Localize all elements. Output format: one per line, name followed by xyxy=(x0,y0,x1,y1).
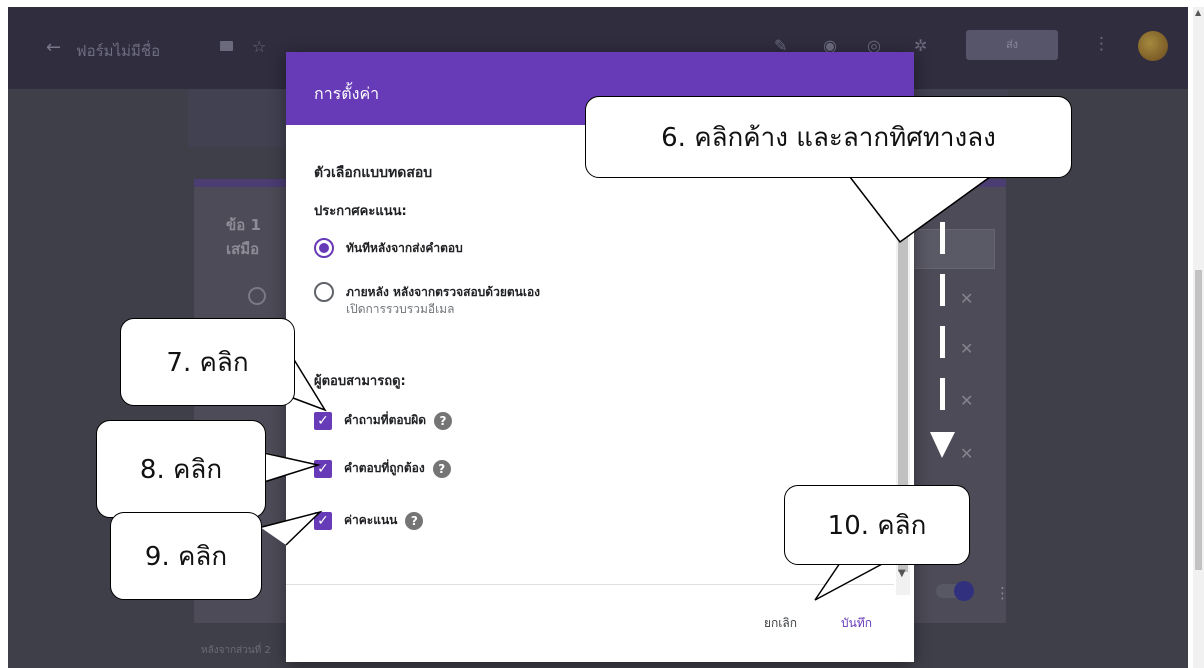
avatar[interactable] xyxy=(1138,31,1168,61)
question-more-icon[interactable]: ⋮ xyxy=(995,584,1010,602)
callout-step-7: 7. คลิก xyxy=(120,318,295,406)
option-radio xyxy=(248,287,266,305)
required-toggle-knob[interactable] xyxy=(954,581,974,601)
release-option-later-label: ภายหลัง หลังจากตรวจสอบด้วยตนเอง xyxy=(346,285,541,299)
callout-step-6: 6. คลิกค้าง และลากทิศทางลง xyxy=(585,96,1072,178)
checkbox-checked-icon[interactable]: ✓ xyxy=(314,511,332,530)
folder-icon[interactable] xyxy=(220,41,233,51)
release-option-immediate[interactable]: ทันทีหลังจากส่งคำตอบ xyxy=(314,238,463,258)
callout-step-9: 9. คลิก xyxy=(110,512,262,600)
release-option-later-sub: เปิดการรวบรวมอีเมล xyxy=(346,302,455,316)
save-button[interactable]: บันทึก xyxy=(841,614,872,633)
send-button[interactable]: ส่ง xyxy=(966,30,1058,60)
checkbox-checked-icon[interactable]: ✓ xyxy=(314,411,332,430)
checkbox-correct-answers[interactable]: ✓ คำตอบที่ถูกต้อง ? xyxy=(314,459,451,478)
scroll-up-arrow-icon[interactable]: ▲ xyxy=(1195,8,1201,17)
quiz-options-heading: ตัวเลือกแบบทดสอบ xyxy=(314,165,433,181)
radio-selected-icon[interactable] xyxy=(314,238,334,258)
dialog-divider xyxy=(286,584,894,585)
back-arrow-icon[interactable]: ← xyxy=(46,37,61,58)
checkbox-point-values[interactable]: ✓ ค่าคะแนน ? xyxy=(314,511,424,530)
star-icon[interactable]: ☆ xyxy=(252,37,266,56)
cancel-button[interactable]: ยกเลิก xyxy=(764,614,797,633)
question-type-dropdown[interactable] xyxy=(913,229,995,269)
help-icon[interactable]: ? xyxy=(432,459,451,478)
respondent-can-see-label: ผู้ตอบสามารถดู: xyxy=(314,374,406,389)
question-number: ข้อ 1 xyxy=(226,216,261,234)
release-option-label: ภายหลัง หลังจากตรวจสอบด้วยตนเอง เปิดการร… xyxy=(346,282,540,316)
form-title[interactable]: ฟอร์มไม่มีชื่อ xyxy=(76,39,160,63)
screen: ← ฟอร์มไม่มีชื่อ ☆ ✎ ◉ ◎ ✲ ส่ง ⋮ ข้อ 1 เ… xyxy=(0,0,1204,668)
scroll-down-arrow-icon[interactable]: ▼ xyxy=(898,568,906,579)
dialog-title: การตั้งค่า xyxy=(314,84,380,103)
callout-step-8: 8. คลิก xyxy=(96,420,266,518)
remove-option-icon[interactable]: ✕ xyxy=(960,391,973,410)
remove-option-icon[interactable]: ✕ xyxy=(960,444,973,463)
question-text: เสมือ xyxy=(226,240,260,258)
help-icon[interactable]: ? xyxy=(405,511,424,530)
section-footer: หลังจากส่วนที่ 2 xyxy=(201,645,271,656)
checkbox-missed-questions[interactable]: ✓ คำถามที่ตอบผิด ? xyxy=(314,411,453,430)
release-option-label: ทันทีหลังจากส่งคำตอบ xyxy=(346,241,463,255)
remove-option-icon[interactable]: ✕ xyxy=(960,289,973,308)
more-menu-icon[interactable]: ⋮ xyxy=(1093,34,1110,54)
page-scrollbar-thumb[interactable] xyxy=(1195,270,1202,570)
radio-unselected-icon[interactable] xyxy=(314,282,334,302)
checkbox-checked-icon[interactable]: ✓ xyxy=(314,459,332,478)
checkbox-label: คำตอบที่ถูกต้อง xyxy=(344,461,425,475)
release-grade-label: ประกาศคะแนน: xyxy=(314,204,407,219)
checkbox-label: คำถามที่ตอบผิด xyxy=(344,413,427,427)
gear-icon[interactable]: ✲ xyxy=(914,36,927,55)
help-icon[interactable]: ? xyxy=(434,411,453,430)
callout-step-10: 10. คลิก xyxy=(784,485,970,565)
release-option-later[interactable]: ภายหลัง หลังจากตรวจสอบด้วยตนเอง เปิดการร… xyxy=(314,282,540,316)
checkbox-label: ค่าคะแนน xyxy=(344,513,398,527)
remove-option-icon[interactable]: ✕ xyxy=(960,339,973,358)
